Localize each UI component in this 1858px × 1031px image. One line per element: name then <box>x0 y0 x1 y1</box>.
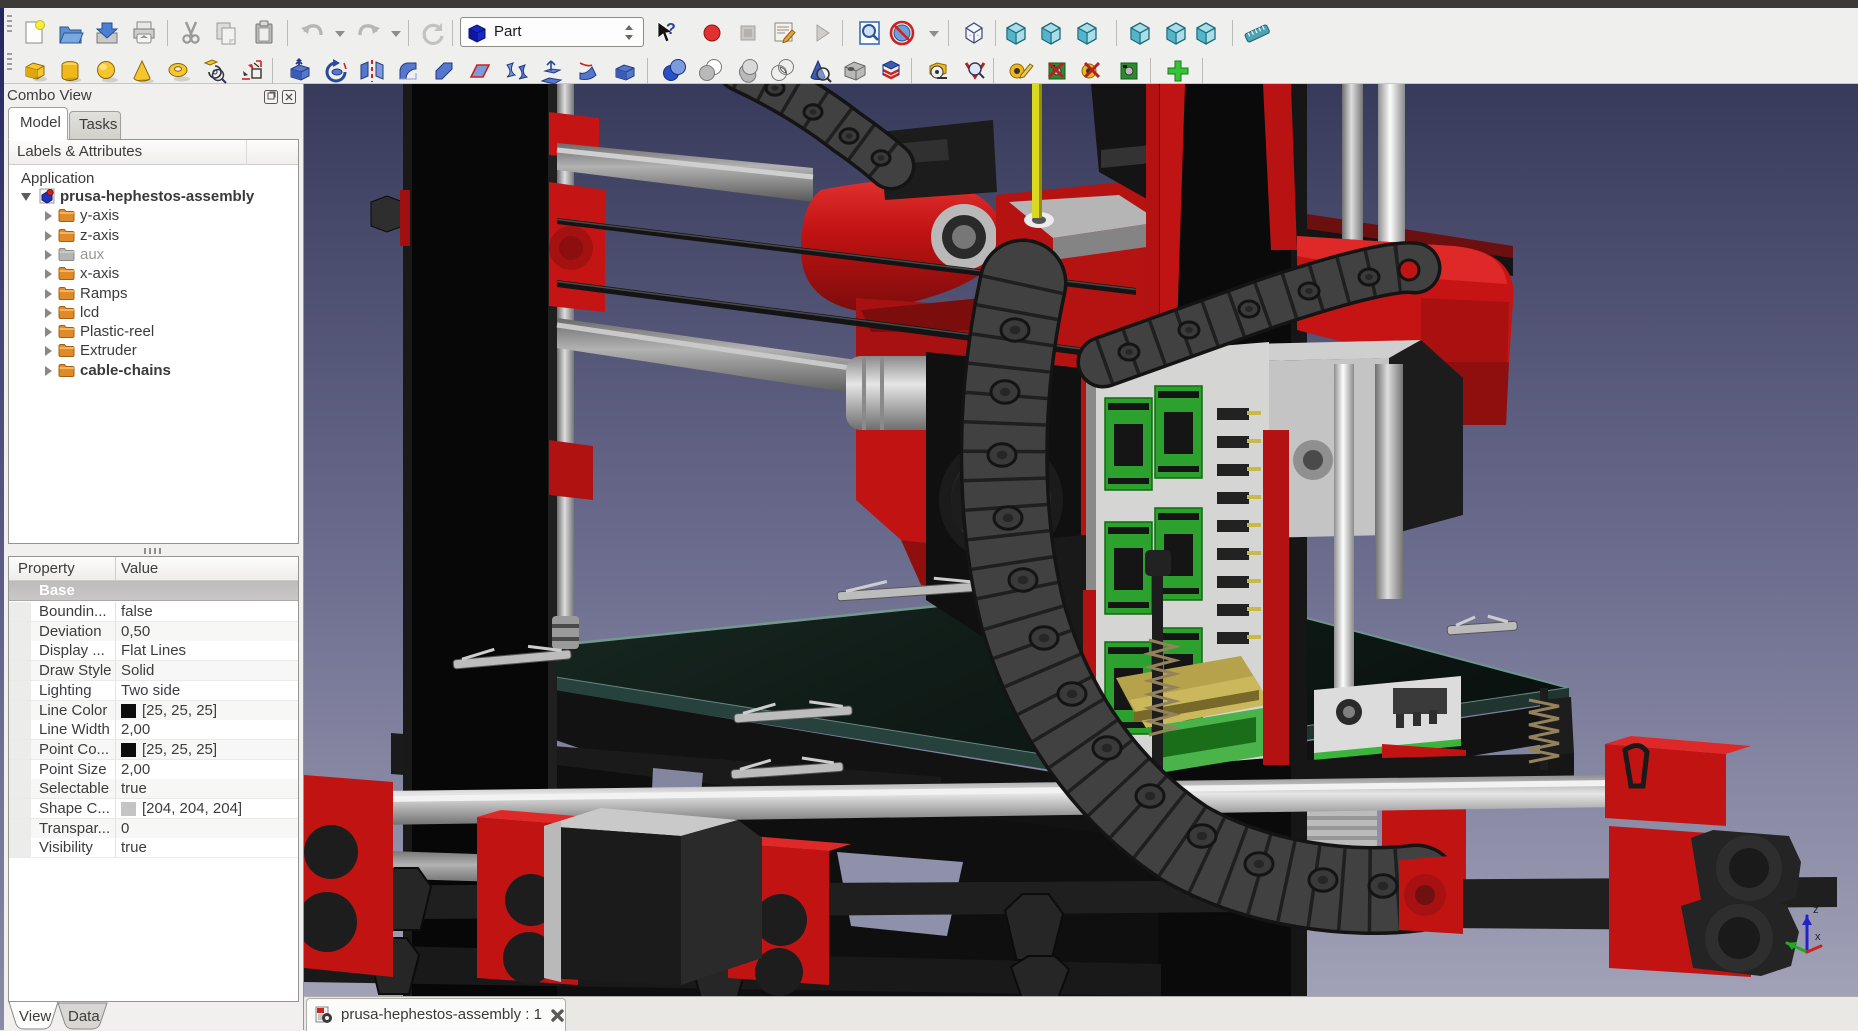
svg-text:?: ? <box>666 21 676 38</box>
svg-text:Data: Data <box>68 1008 100 1025</box>
svg-text:x: x <box>1815 931 1821 943</box>
svg-text:z: z <box>1813 904 1819 916</box>
svg-text:y: y <box>1778 931 1784 943</box>
svg-text:View: View <box>19 1008 51 1025</box>
